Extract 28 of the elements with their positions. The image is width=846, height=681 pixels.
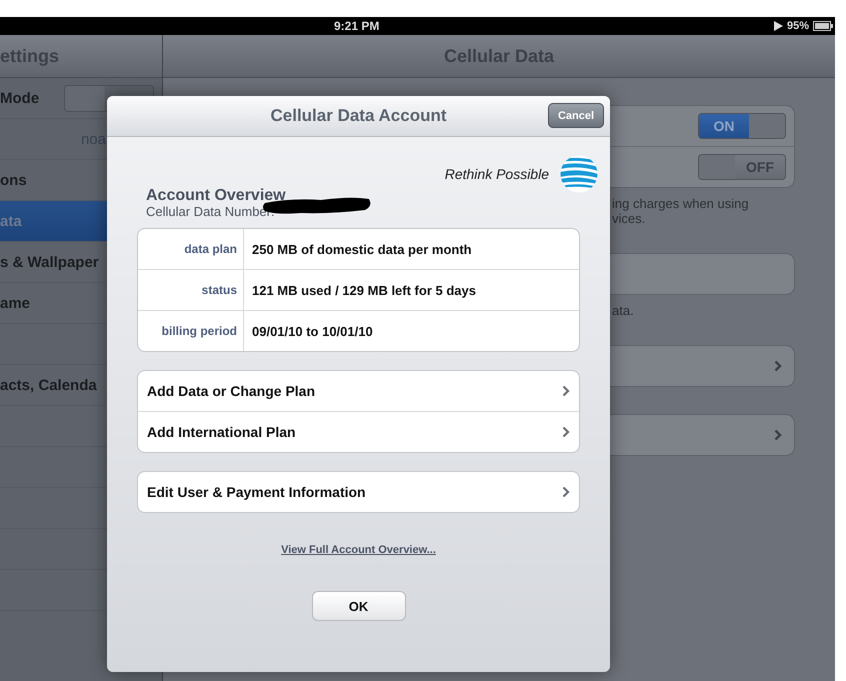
- brand-tagline: Rethink Possible: [444, 166, 549, 182]
- group-footer-text: vices.: [612, 211, 646, 226]
- detail-label: billing period: [138, 311, 244, 351]
- battery-icon: [813, 21, 833, 31]
- chevron-icon: [774, 429, 782, 441]
- toggle-switch[interactable]: OFF: [698, 154, 786, 180]
- detail-value: 121 MB used / 129 MB left for 5 days: [251, 282, 476, 298]
- action-item[interactable]: Add International Plan: [138, 411, 579, 452]
- ok-button[interactable]: OK: [312, 591, 406, 621]
- group-footer-text: ing charges when using: [612, 196, 750, 211]
- dialog-title: Cellular Data Account: [270, 106, 447, 126]
- battery-percent: 95%: [786, 20, 809, 32]
- detail-value: 09/01/10 to 10/01/10: [251, 324, 373, 338]
- chevron-icon: [562, 385, 570, 397]
- detail-label: status: [138, 270, 244, 310]
- group-footer-text: ata.: [612, 303, 635, 318]
- cancel-button[interactable]: Cancel: [548, 103, 604, 128]
- detail-label: data plan: [138, 229, 244, 269]
- clock-time: 9:21 PM: [334, 19, 380, 33]
- chevron-icon: [562, 426, 570, 438]
- chevron-icon: [562, 486, 570, 498]
- chevron-icon: [774, 360, 782, 372]
- globe-logo-icon: [560, 155, 598, 193]
- action-item[interactable]: Edit User & Payment Information: [138, 472, 579, 512]
- account-overview-link[interactable]: View Full Account Overview...: [281, 544, 436, 556]
- detail-value: 250 MB of domestic data per month: [251, 242, 472, 256]
- toggle-switch[interactable]: ON: [698, 113, 786, 139]
- play-icon: [774, 21, 783, 31]
